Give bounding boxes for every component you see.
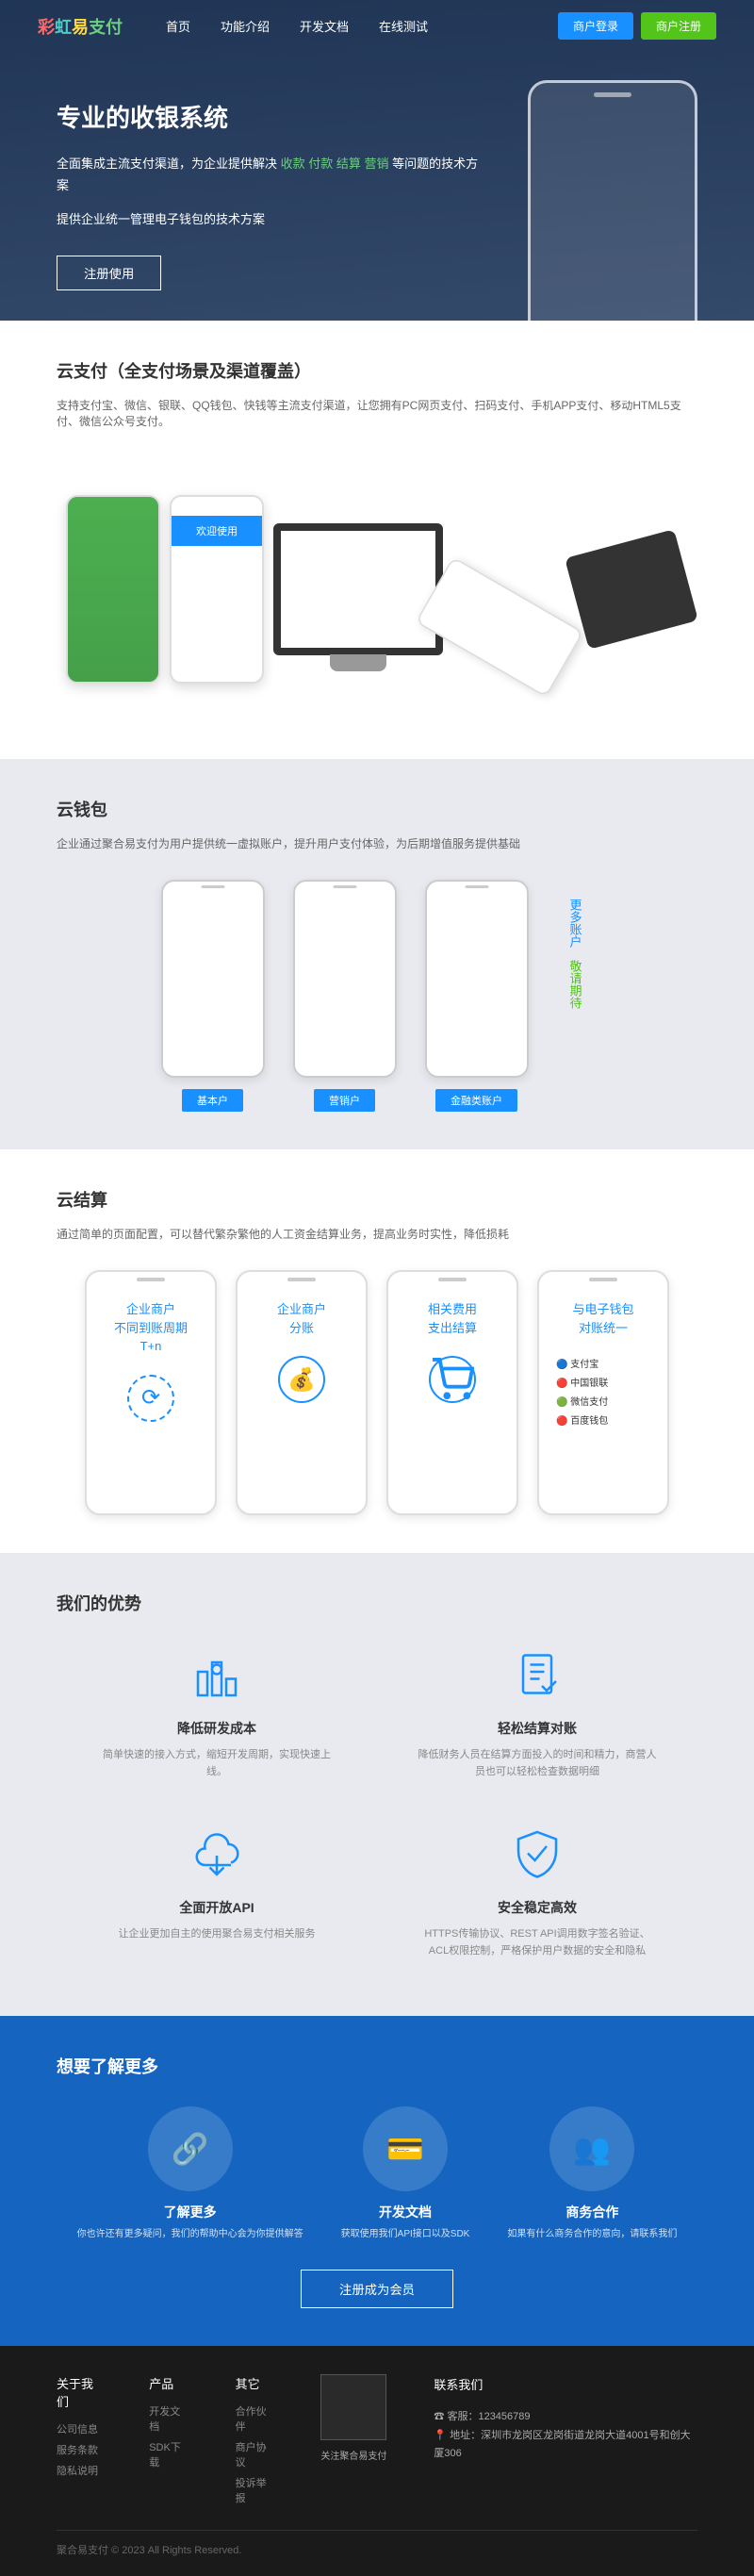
wallet-tag: 基本户	[182, 1089, 243, 1112]
footer-link[interactable]: 公司信息	[57, 2421, 102, 2436]
adv-title: 我们的优势	[57, 1591, 697, 1615]
footer-col-title: 产品	[149, 2374, 188, 2392]
adv-item-desc: 降低财务人员在结算方面投入的时间和精力，商营人员也可以轻松检查数据明细	[415, 1747, 660, 1780]
adv-item-title: 安全稳定高效	[415, 1898, 660, 1917]
settle-item: 企业商户不同到账周期T+n ⟳	[85, 1270, 217, 1515]
footer-link[interactable]: 合作伙伴	[236, 2403, 274, 2434]
footer-address: 📍 地址：深圳市龙岗区龙岗街道龙岗大道4001号和创大厦306	[434, 2427, 697, 2465]
adv-item-reconcile: 轻松结算对账 降低财务人员在结算方面投入的时间和精力，商营人员也可以轻松检查数据…	[415, 1648, 660, 1780]
adv-item-api: 全面开放API 让企业更加自主的使用聚合易支付相关服务	[94, 1827, 339, 1959]
people-icon: 👥	[549, 2106, 634, 2191]
wallet-desc: 企业通过聚合易支付为用户提供统一虚拟账户，提升用户支付体验，为后期增值服务提供基…	[57, 835, 697, 851]
cloud-icon	[94, 1827, 339, 1884]
wallet-title: 云钱包	[57, 797, 697, 821]
qr-code	[320, 2374, 386, 2440]
adv-item-security: 安全稳定高效 HTTPS传输协议、REST API调用数字签名验证、ACL权限控…	[415, 1827, 660, 1959]
footer-copyright: 聚合易支付 © 2023 All Rights Reserved.	[57, 2530, 697, 2557]
chart-icon	[94, 1648, 339, 1705]
more-item-title: 了解更多	[77, 2203, 303, 2221]
footer-col-contact: 联系我们 ☎ 客服：123456789 📍 地址：深圳市龙岗区龙岗街道龙岗大道4…	[434, 2374, 697, 2511]
hero-title: 专业的收银系统	[57, 99, 490, 134]
qr-label: 关注聚合易支付	[320, 2448, 386, 2462]
footer-link[interactable]: 隐私说明	[57, 2463, 102, 2478]
adv-item-desc: 简单快速的接入方式，缩短开发周期，实现快速上线。	[94, 1747, 339, 1780]
footer-link[interactable]: SDK下载	[149, 2439, 188, 2469]
settle-item: 相关费用支出结算	[386, 1270, 518, 1515]
footer-link[interactable]: 开发文档	[149, 2403, 188, 2434]
settle-item: 与电子钱包对账统一 🔵 支付宝🔴 中国银联🟢 微信支付🔴 百度钱包	[537, 1270, 669, 1515]
wallet-item-basic: 基本户	[161, 880, 265, 1112]
register-member-button[interactable]: 注册成为会员	[301, 2270, 453, 2308]
footer-col-about: 关于我们 公司信息 服务条款 隐私说明	[57, 2374, 102, 2511]
cloudpay-illustration	[57, 457, 697, 721]
footer-link[interactable]: 商户协议	[236, 2439, 274, 2469]
hero-phone-mockup	[528, 80, 697, 401]
hero-desc-1: 全面集成主流支付渠道，为企业提供解决 收款 付款 结算 营销 等问题的技术方案	[57, 153, 490, 197]
login-button[interactable]: 商户登录	[558, 12, 633, 40]
money-bag-icon: 💰	[278, 1356, 325, 1403]
adv-item-cost: 降低研发成本 简单快速的接入方式，缩短开发周期，实现快速上线。	[94, 1648, 339, 1780]
hero-register-button[interactable]: 注册使用	[57, 256, 161, 290]
wallet-tag: 营销户	[314, 1089, 375, 1112]
more-item-business[interactable]: 👥 商务合作 如果有什么商务合作的意向，请联系我们	[507, 2106, 677, 2241]
adv-item-title: 轻松结算对账	[415, 1719, 660, 1738]
footer-col-title: 其它	[236, 2374, 274, 2392]
settle-desc: 通过简单的页面配置，可以替代繁杂繁他的人工资金结算业务，提高业务时实性，降低损耗	[57, 1226, 697, 1242]
link-icon: 🔗	[148, 2106, 233, 2191]
more-title: 想要了解更多	[57, 2054, 697, 2078]
more-item-title: 开发文档	[341, 2203, 470, 2221]
document-icon	[415, 1648, 660, 1705]
logo[interactable]: 彩虹易支付	[38, 14, 123, 39]
adv-item-title: 全面开放API	[94, 1898, 339, 1917]
more-item-desc: 如果有什么商务合作的意向，请联系我们	[507, 2227, 677, 2241]
footer-col-product: 产品 开发文档 SDK下载	[149, 2374, 188, 2511]
wallet-tag: 金融类账户	[435, 1089, 517, 1112]
wallet-item-marketing: 营销户	[293, 880, 397, 1112]
footer-col-qr: 关注聚合易支付	[320, 2374, 386, 2511]
cart-icon	[429, 1356, 476, 1403]
cycle-icon: ⟳	[127, 1375, 174, 1422]
adv-item-desc: HTTPS传输协议、REST API调用数字签名验证、ACL权限控制，严格保护用…	[415, 1926, 660, 1959]
footer-col-title: 关于我们	[57, 2374, 102, 2410]
more-item-learn[interactable]: 🔗 了解更多 你也许还有更多疑问，我们的帮助中心会为你提供解答	[77, 2106, 303, 2241]
wallet-more-text: 更多账户 敬请期待	[557, 880, 594, 1028]
more-item-desc: 获取使用我们API接口以及SDK	[341, 2227, 470, 2241]
settle-title: 云结算	[57, 1187, 697, 1212]
footer-col-other: 其它 合作伙伴 商户协议 投诉举报	[236, 2374, 274, 2511]
hero-desc-2: 提供企业统一管理电子钱包的技术方案	[57, 208, 490, 230]
nav-features[interactable]: 功能介绍	[205, 9, 285, 42]
footer-link[interactable]: 服务条款	[57, 2442, 102, 2457]
more-item-desc: 你也许还有更多疑问，我们的帮助中心会为你提供解答	[77, 2227, 303, 2241]
nav-test[interactable]: 在线测试	[364, 9, 443, 42]
settle-item: 企业商户分账 💰	[236, 1270, 368, 1515]
adv-item-title: 降低研发成本	[94, 1719, 339, 1738]
adv-item-desc: 让企业更加自主的使用聚合易支付相关服务	[94, 1926, 339, 1943]
footer-phone: ☎ 客服：123456789	[434, 2408, 697, 2427]
shield-icon	[415, 1827, 660, 1884]
card-icon: 💳	[363, 2106, 448, 2191]
register-button[interactable]: 商户注册	[641, 12, 716, 40]
nav-docs[interactable]: 开发文档	[285, 9, 364, 42]
footer-link[interactable]: 投诉举报	[236, 2475, 274, 2505]
nav-home[interactable]: 首页	[151, 9, 205, 42]
more-item-title: 商务合作	[507, 2203, 677, 2221]
wallet-item-finance: 金融类账户	[425, 880, 529, 1112]
footer-col-title: 联系我们	[434, 2374, 697, 2396]
more-item-docs[interactable]: 💳 开发文档 获取使用我们API接口以及SDK	[341, 2106, 470, 2241]
